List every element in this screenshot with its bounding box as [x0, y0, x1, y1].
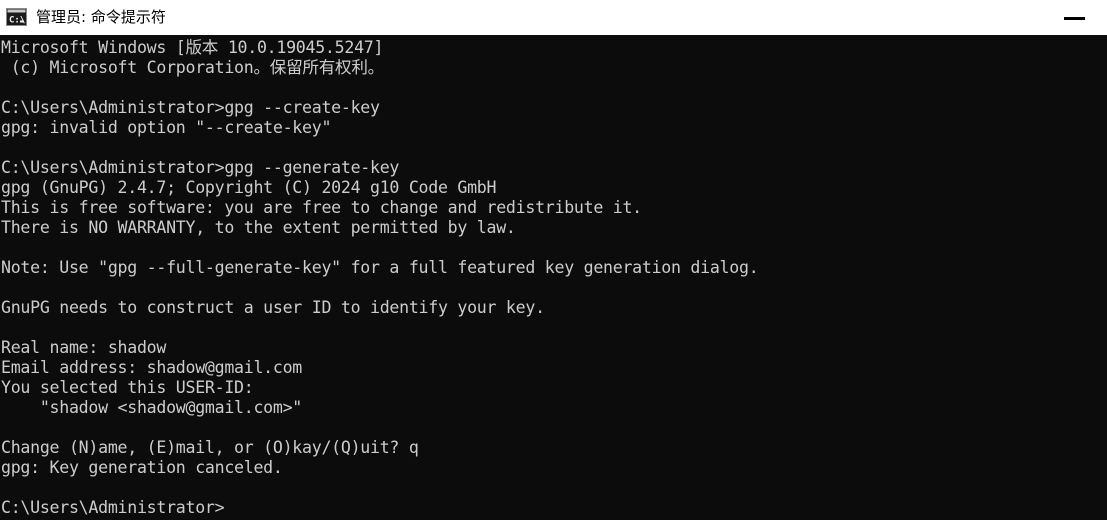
console-line: You selected this USER-ID:: [1, 378, 254, 397]
console-line: "shadow <shadow@gmail.com>": [1, 398, 303, 417]
terminal-output-area[interactable]: Microsoft Windows [版本 10.0.19045.5247] (…: [0, 35, 1107, 520]
console-line: Email address: shadow@gmail.com: [1, 358, 303, 377]
console-line: This is free software: you are free to c…: [1, 198, 642, 217]
console-line: Note: Use "gpg --full-generate-key" for …: [1, 258, 759, 277]
command-prompt-window: C:\ 管理员: 命令提示符 Microsoft Windows [版本 10.…: [0, 0, 1107, 520]
minimize-button[interactable]: [1041, 0, 1107, 35]
window-controls: [1041, 0, 1107, 35]
console-line: C:\Users\Administrator>: [1, 498, 225, 517]
titlebar-left-group: C:\ 管理员: 命令提示符: [0, 0, 166, 35]
console-line: Change (N)ame, (E)mail, or (O)kay/(Q)uit…: [1, 438, 419, 457]
window-title: 管理员: 命令提示符: [36, 8, 166, 26]
console-line: C:\Users\Administrator>gpg --create-key: [1, 98, 380, 117]
console-line: Microsoft Windows [版本 10.0.19045.5247]: [1, 38, 384, 57]
console-line: gpg (GnuPG) 2.4.7; Copyright (C) 2024 g1…: [1, 178, 497, 197]
console-line: gpg: Key generation canceled.: [1, 458, 283, 477]
minimize-icon: [1063, 16, 1085, 20]
console-line: C:\Users\Administrator>gpg --generate-ke…: [1, 158, 400, 177]
console-text: Microsoft Windows [版本 10.0.19045.5247] (…: [0, 35, 1107, 520]
console-line: There is NO WARRANTY, to the extent perm…: [1, 218, 516, 237]
console-line: (c) Microsoft Corporation。保留所有权利。: [1, 58, 385, 77]
console-line: GnuPG needs to construct a user ID to id…: [1, 298, 545, 317]
console-line: gpg: invalid option "--create-key": [1, 118, 332, 137]
console-line: Real name: shadow: [1, 338, 167, 357]
cmd-console-icon: C:\: [6, 7, 27, 28]
window-titlebar[interactable]: C:\ 管理员: 命令提示符: [0, 0, 1107, 35]
